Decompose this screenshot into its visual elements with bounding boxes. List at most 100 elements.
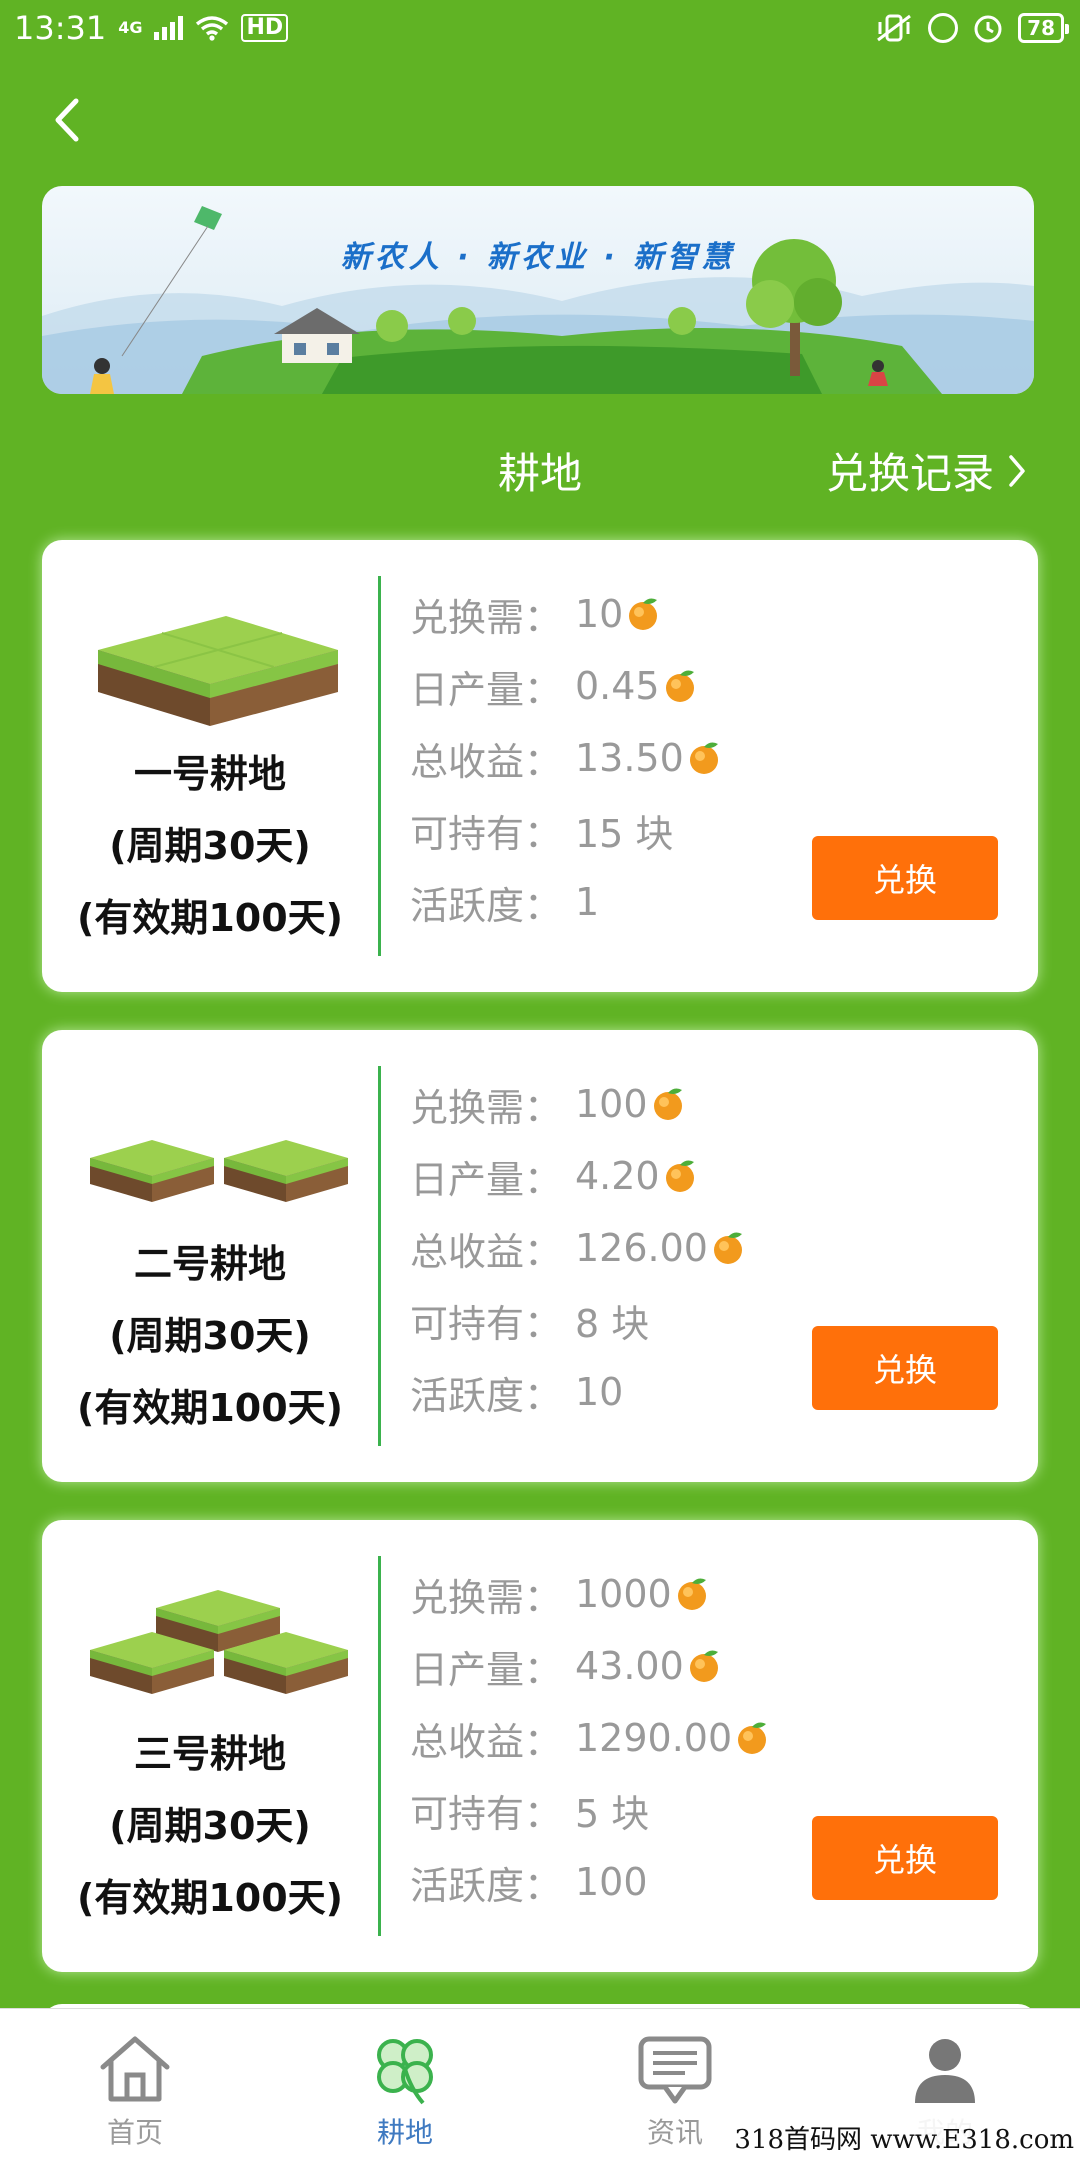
stat-cost: 兑换需： 1000 — [410, 1558, 770, 1630]
tab-label: 首页 — [106, 2116, 163, 2149]
stat-hold: 可持有： 8 块 — [410, 1284, 746, 1356]
land-cycle: (周期30天) — [109, 1314, 311, 1358]
tab-label: 耕地 — [376, 2116, 433, 2149]
land-name: 三号耕地 — [133, 1732, 286, 1776]
land-plot-image — [90, 1140, 348, 1202]
stat-activity: 活跃度： 1 — [410, 866, 722, 938]
stat-value: 8 块 — [575, 1301, 650, 1346]
hd-icon: HD — [241, 13, 289, 43]
news-icon — [638, 2036, 712, 2104]
stat-label: 可持有： — [410, 1301, 563, 1346]
tab-farmland[interactable]: 耕地 — [270, 2009, 540, 2160]
land-plot-image — [98, 616, 338, 726]
stat-total: 总收益： 1290.00 — [410, 1702, 770, 1774]
tab-home[interactable]: 首页 — [0, 2009, 270, 2160]
stat-total: 总收益： 126.00 — [410, 1212, 746, 1284]
stat-value: 100 — [575, 1860, 648, 1904]
stat-value: 5 块 — [575, 1791, 650, 1836]
stat-label: 可持有： — [410, 811, 563, 856]
fruit-coin-icon — [629, 598, 658, 630]
stat-cost: 兑换需： 100 — [410, 1068, 746, 1140]
plot-tile — [98, 616, 338, 726]
stat-total: 总收益： 13.50 — [410, 722, 722, 794]
banner[interactable]: 新农人 · 新农业 · 新智慧 — [42, 186, 1034, 394]
stat-label: 可持有： — [410, 1791, 563, 1836]
user-icon — [915, 2039, 975, 2103]
fruit-coin-icon — [677, 1578, 706, 1610]
exchange-button[interactable]: 兑换 — [812, 1326, 998, 1410]
stat-label: 活跃度： — [410, 883, 563, 928]
lock-rotation-icon — [928, 13, 959, 43]
stat-daily: 日产量： 0.45 — [410, 650, 722, 722]
signal-icon — [154, 16, 184, 40]
land-cycle: (周期30天) — [109, 1804, 311, 1848]
stat-activity: 活跃度： 100 — [410, 1846, 770, 1918]
stat-value: 100 — [575, 1082, 648, 1126]
stat-value: 126.00 — [575, 1226, 708, 1270]
vibrate-mute-icon — [877, 14, 912, 42]
stat-label: 兑换需： — [410, 1085, 563, 1130]
stat-value: 0.45 — [575, 664, 660, 708]
status-right: 78 — [874, 12, 1069, 44]
stat-daily: 日产量： 43.00 — [410, 1630, 770, 1702]
stat-label: 日产量： — [410, 1647, 563, 1692]
battery-icon: 78 — [1018, 13, 1069, 43]
stat-hold: 可持有： 15 块 — [410, 794, 722, 866]
card-divider — [378, 1556, 381, 1936]
back-button[interactable] — [44, 92, 88, 148]
network-type: 4G — [118, 18, 143, 37]
land-cycle: (周期30天) — [109, 824, 311, 868]
stat-daily: 日产量： 4.20 — [410, 1140, 746, 1212]
status-time: 13:31 — [14, 9, 107, 47]
fruit-coin-icon — [665, 670, 694, 702]
watermark: 318首码网 www.E318.com — [728, 2115, 1080, 2160]
land-name: 一号耕地 — [133, 752, 286, 796]
tab-label: 资讯 — [646, 2116, 703, 2149]
stat-value: 10 — [575, 592, 624, 636]
land-validity: (有效期100天) — [76, 1386, 344, 1430]
land-stats: 兑换需： 1000 日产量： 43.00 总收益： 1290.00 可持有： 5 块 活… — [410, 1558, 770, 1918]
land-validity: (有效期100天) — [76, 1876, 344, 1920]
stat-label: 日产量： — [410, 1157, 563, 1202]
stat-value: 43.00 — [575, 1644, 684, 1688]
stat-label: 活跃度： — [410, 1373, 563, 1418]
status-bar: 13:31 4G HD 78 — [0, 0, 1080, 56]
land-validity: (有效期100天) — [76, 896, 344, 940]
stat-value: 1 — [575, 880, 600, 924]
stat-label: 总收益： — [410, 1719, 563, 1764]
fruit-coin-icon — [738, 1722, 767, 1754]
fruit-coin-icon — [689, 742, 718, 774]
stat-label: 总收益： — [410, 1229, 563, 1274]
banner-slogan: 新农人 · 新农业 · 新智慧 — [340, 240, 736, 275]
land-card-3: 三号耕地 (周期30天) (有效期100天) 兑换需： 1000 日产量： 43.0… — [42, 1520, 1038, 1972]
stat-label: 兑换需： — [410, 595, 563, 640]
fruit-coin-icon — [665, 1160, 694, 1192]
wifi-icon — [196, 16, 229, 41]
exchange-button[interactable]: 兑换 — [812, 836, 998, 920]
chevron-right-icon — [1009, 454, 1025, 487]
stat-value: 1000 — [575, 1572, 672, 1616]
stat-hold: 可持有： 5 块 — [410, 1774, 770, 1846]
exchange-button[interactable]: 兑换 — [812, 1816, 998, 1900]
land-name: 二号耕地 — [133, 1242, 286, 1286]
status-left: 13:31 4G HD — [14, 9, 289, 47]
chevron-left-icon — [55, 98, 79, 142]
fruit-coin-icon — [653, 1088, 682, 1120]
stat-label: 日产量： — [410, 667, 563, 712]
land-stats: 兑换需： 10 日产量： 0.45 总收益： 13.50 可持有： 15 块 活跃度： 1 — [410, 578, 722, 938]
home-icon — [100, 2036, 170, 2102]
clover-icon — [377, 2039, 433, 2105]
stat-value: 10 — [575, 1370, 624, 1414]
card-divider — [378, 576, 381, 956]
exchange-record-link[interactable]: 兑换记录 — [826, 440, 1026, 501]
land-plot-image — [90, 1590, 348, 1694]
card-divider — [378, 1066, 381, 1446]
stat-label: 活跃度： — [410, 1863, 563, 1908]
alarm-icon — [974, 15, 1002, 43]
land-stats: 兑换需： 100 日产量： 4.20 总收益： 126.00 可持有： 8 块 活跃度：… — [410, 1068, 746, 1428]
stat-value: 4.20 — [575, 1154, 660, 1198]
fruit-coin-icon — [689, 1650, 718, 1682]
exchange-record-label: 兑换记录 — [825, 449, 994, 498]
banner-illustration — [42, 186, 1034, 394]
stat-label: 兑换需： — [410, 1575, 563, 1620]
